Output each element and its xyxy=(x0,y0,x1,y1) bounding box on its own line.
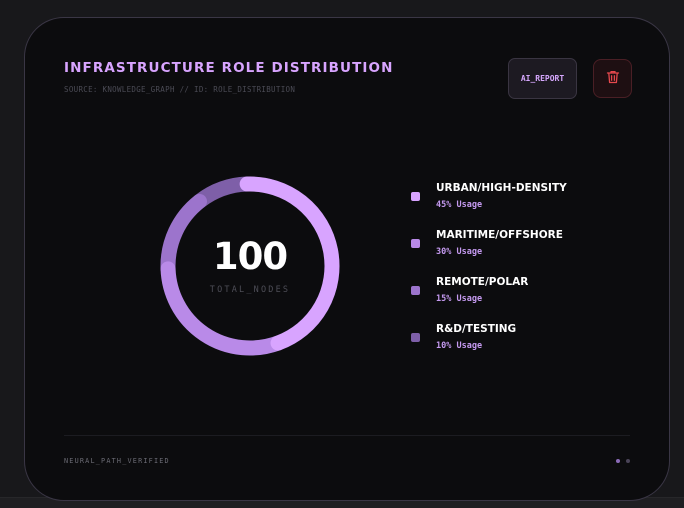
legend-item: R&D/TESTING 10% Usage xyxy=(411,323,621,357)
legend-usage: 10% Usage xyxy=(436,341,483,351)
footer-divider xyxy=(64,435,630,436)
legend-label: URBAN/HIGH-DENSITY xyxy=(436,182,567,194)
donut-chart: 100 TOTAL_NODES xyxy=(153,169,347,363)
legend-swatch xyxy=(411,286,420,295)
legend-label: MARITIME/OFFSHORE xyxy=(436,229,563,241)
delete-button[interactable] xyxy=(593,59,632,98)
total-nodes-label: TOTAL_NODES xyxy=(209,285,291,295)
pagination-dot-active[interactable] xyxy=(616,459,620,463)
trash-icon xyxy=(605,69,621,89)
total-nodes-value: 100 xyxy=(212,235,288,278)
legend-label: R&D/TESTING xyxy=(436,323,517,335)
legend-usage: 45% Usage xyxy=(436,200,483,210)
pagination-dot[interactable] xyxy=(626,459,630,463)
legend-swatch xyxy=(411,333,420,342)
donut-slice[interactable] xyxy=(192,176,255,209)
legend-swatch xyxy=(411,239,420,248)
legend-usage: 15% Usage xyxy=(436,294,483,304)
legend-item: URBAN/HIGH-DENSITY 45% Usage xyxy=(411,182,621,216)
legend-item: MARITIME/OFFSHORE 30% Usage xyxy=(411,229,621,263)
footer-status: NEURAL_PATH_VERIFIED xyxy=(64,457,170,465)
legend-item: REMOTE/POLAR 15% Usage xyxy=(411,276,621,310)
legend-swatch xyxy=(411,192,420,201)
page: INFRASTRUCTURE ROLE DISTRIBUTION SOURCE:… xyxy=(0,0,684,508)
ai-report-label: AI_REPORT xyxy=(520,74,565,83)
ai-report-button[interactable]: AI_REPORT xyxy=(508,58,577,99)
card-title: INFRASTRUCTURE ROLE DISTRIBUTION xyxy=(64,60,394,76)
role-distribution-card: INFRASTRUCTURE ROLE DISTRIBUTION SOURCE:… xyxy=(24,17,670,501)
donut-slice[interactable] xyxy=(160,261,286,356)
card-subtitle: SOURCE: KNOWLEDGE_GRAPH // ID: ROLE_DIST… xyxy=(64,85,296,94)
legend-usage: 30% Usage xyxy=(436,247,483,257)
legend-label: REMOTE/POLAR xyxy=(436,276,529,288)
